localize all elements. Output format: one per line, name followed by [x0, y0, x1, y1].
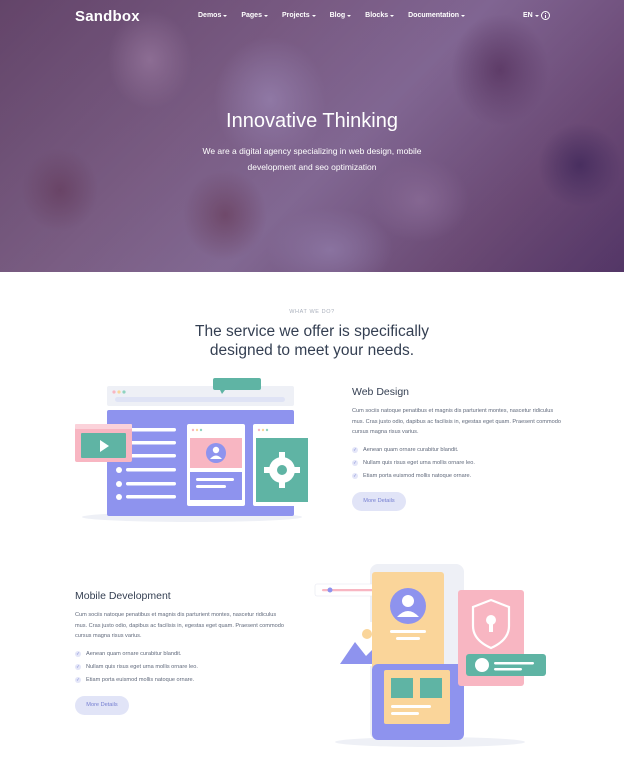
more-details-button[interactable]: More Details [75, 695, 129, 715]
menu-item-projects[interactable]: Projects [282, 12, 316, 19]
feature-list: ✓ Aenean quam ornare curabitur blandit. ✓… [352, 444, 562, 483]
feature-web-design: Web Design Cum sociis natoque penatibus … [352, 386, 562, 511]
list-item: ✓ Aenean quam ornare curabitur blandit. [352, 447, 459, 454]
menu-item-pages[interactable]: Pages [241, 12, 268, 19]
check-icon: ✓ [75, 651, 81, 658]
info-icon[interactable] [541, 11, 550, 20]
section-title: The service we offer is specifically des… [194, 323, 430, 359]
check-icon: ✓ [352, 447, 358, 454]
logo[interactable]: Sandbox [75, 8, 140, 25]
list-item: ✓ Nullam quis risus eget urna mollis orna… [352, 460, 475, 467]
feature-description: Cum sociis natoque penatibus et magnis d… [75, 612, 284, 640]
chevron-down-icon [223, 14, 228, 17]
language-selector[interactable]: EN [523, 12, 539, 19]
feature-title: Mobile Development [75, 590, 171, 602]
feature-title: Web Design [352, 386, 410, 398]
web-design-illustration [75, 378, 311, 522]
menu-item-blog[interactable]: Blog [330, 12, 352, 19]
check-icon: ✓ [75, 664, 81, 671]
mobile-development-illustration [314, 564, 546, 747]
check-icon: ✓ [352, 460, 358, 467]
menu-item-blocks[interactable]: Blocks [365, 12, 395, 19]
chevron-down-icon [461, 14, 466, 17]
chevron-down-icon [534, 14, 539, 17]
chevron-down-icon [390, 14, 395, 17]
feature-mobile-development: Mobile Development Cum sociis natoque pe… [75, 590, 285, 715]
feature-description: Cum sociis natoque penatibus et magnis d… [352, 408, 561, 436]
section-eyebrow: WHAT WE DO? [289, 309, 335, 315]
check-icon: ✓ [75, 677, 81, 684]
feature-list: ✓ Aenean quam ornare curabitur blandit. ✓… [75, 648, 285, 687]
menu-item-documentation[interactable]: Documentation [408, 12, 466, 19]
list-item: ✓ Etiam porta euismod mollis natoque orna… [352, 473, 472, 480]
list-item: ✓ Nullam quis risus eget urna mollis orna… [75, 664, 198, 671]
list-item: ✓ Aenean quam ornare curabitur blandit. [75, 651, 182, 658]
chevron-down-icon [311, 14, 316, 17]
menu-item-demos[interactable]: Demos [198, 12, 228, 19]
hero-subtitle: We are a digital agency specializing in … [202, 146, 422, 172]
hero-title: Innovative Thinking [226, 110, 398, 132]
more-details-button[interactable]: More Details [352, 491, 406, 511]
chevron-down-icon [263, 14, 268, 17]
navbar: Sandbox Demos Pages Projects Blog Blocks… [0, 0, 624, 34]
list-item: ✓ Etiam porta euismod mollis natoque orna… [75, 677, 195, 684]
main-menu: Demos Pages Projects Blog Blocks Documen… [198, 12, 479, 19]
chevron-down-icon [347, 14, 352, 17]
hero: Sandbox Demos Pages Projects Blog Blocks… [0, 0, 624, 272]
check-icon: ✓ [352, 473, 358, 480]
